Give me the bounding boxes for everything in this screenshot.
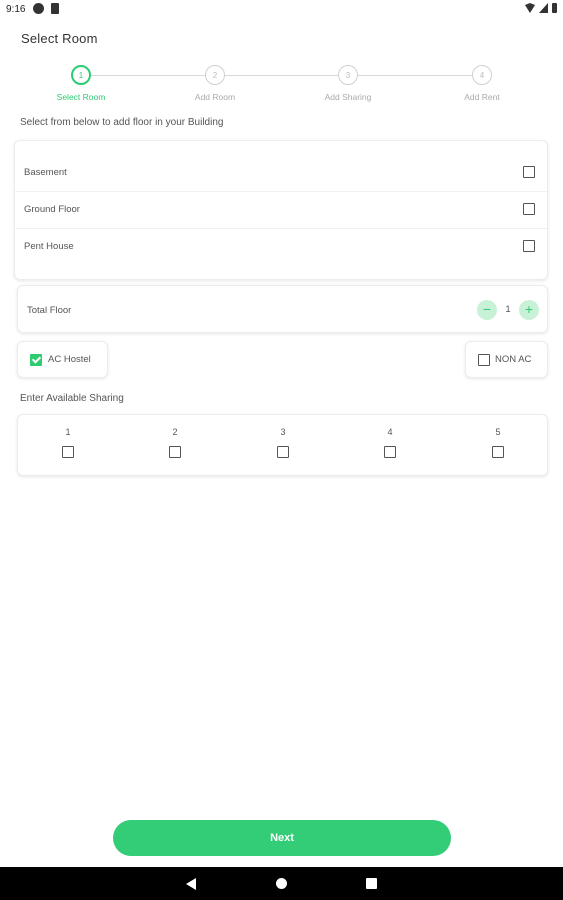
pent-house-checkbox[interactable] <box>523 240 535 252</box>
sharing-number: 5 <box>495 427 501 437</box>
step-3-circle[interactable]: 3 <box>338 65 358 85</box>
sharing-2-checkbox[interactable] <box>169 446 181 458</box>
recent-apps-icon[interactable] <box>366 878 377 889</box>
status-bar: 9:16 <box>0 0 563 20</box>
total-floor-label: Total Floor <box>27 305 72 316</box>
step-4-label: Add Rent <box>464 92 500 102</box>
total-floor-value: 1 <box>505 304 511 315</box>
status-time: 9:16 <box>6 4 26 15</box>
signal-icon <box>539 3 548 13</box>
step-4-circle[interactable]: 4 <box>472 65 492 85</box>
non-ac-checkbox[interactable] <box>478 354 490 366</box>
next-button[interactable]: Next <box>113 820 451 856</box>
sharing-4-checkbox[interactable] <box>384 446 396 458</box>
step-3-label: Add Sharing <box>324 92 372 102</box>
total-floor-card: Total Floor − 1 + <box>17 285 548 333</box>
floor-label: Ground Floor <box>24 204 80 215</box>
non-ac-label: NON AC <box>495 354 532 365</box>
floor-row-pent-house[interactable]: Pent House <box>15 229 547 266</box>
system-nav-bar <box>0 867 563 900</box>
floor-label: Basement <box>24 167 67 178</box>
floor-row-basement[interactable]: Basement <box>15 155 547 192</box>
floor-selection-card: Basement Ground Floor Pent House <box>14 140 548 280</box>
page-title: Select Room <box>21 31 98 46</box>
back-icon[interactable] <box>186 878 196 890</box>
home-icon[interactable] <box>276 878 287 889</box>
sharing-3-checkbox[interactable] <box>277 446 289 458</box>
floor-instruction: Select from below to add floor in your B… <box>20 117 224 128</box>
stepper-connector <box>225 75 338 76</box>
battery-icon <box>552 3 557 13</box>
ground-floor-checkbox[interactable] <box>523 203 535 215</box>
minus-icon[interactable]: − <box>477 300 497 320</box>
sharing-option-3[interactable]: 3 <box>273 427 293 458</box>
stepper-connector <box>358 75 472 76</box>
sharing-title: Enter Available Sharing <box>20 393 124 404</box>
step-2-circle[interactable]: 2 <box>205 65 225 85</box>
sim-icon <box>51 3 59 14</box>
sharing-number: 1 <box>65 427 71 437</box>
sharing-5-checkbox[interactable] <box>492 446 504 458</box>
step-1-label: Select Room <box>56 92 106 102</box>
floor-label: Pent House <box>24 241 74 252</box>
sync-icon <box>33 3 44 14</box>
sharing-1-checkbox[interactable] <box>62 446 74 458</box>
ac-hostel-option[interactable]: AC Hostel <box>17 341 108 378</box>
sharing-number: 2 <box>172 427 178 437</box>
stepper-connector <box>91 75 205 76</box>
wifi-icon <box>525 3 535 13</box>
step-1-circle[interactable]: 1 <box>71 65 91 85</box>
sharing-number: 4 <box>387 427 393 437</box>
ac-hostel-checkbox[interactable] <box>30 354 42 366</box>
sharing-number: 3 <box>280 427 286 437</box>
step-2-label: Add Room <box>194 92 236 102</box>
basement-checkbox[interactable] <box>523 166 535 178</box>
sharing-option-1[interactable]: 1 <box>58 427 78 458</box>
sharing-option-5[interactable]: 5 <box>488 427 508 458</box>
sharing-option-4[interactable]: 4 <box>380 427 400 458</box>
floor-row-ground-floor[interactable]: Ground Floor <box>15 192 547 229</box>
sharing-card: 1 2 3 4 5 <box>17 414 548 476</box>
non-ac-option[interactable]: NON AC <box>465 341 548 378</box>
ac-hostel-label: AC Hostel <box>48 354 91 365</box>
sharing-option-2[interactable]: 2 <box>165 427 185 458</box>
plus-icon[interactable]: + <box>519 300 539 320</box>
